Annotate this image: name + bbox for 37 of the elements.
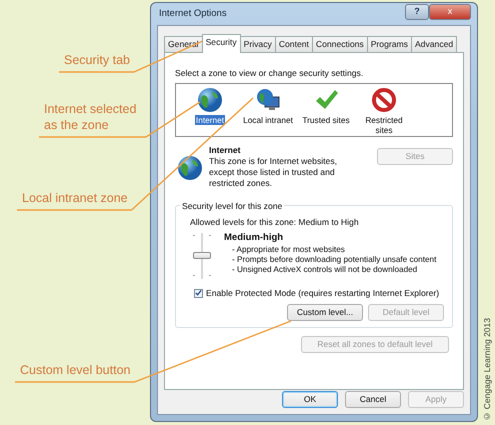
callout-label: Security tab <box>64 52 130 68</box>
cancel-button[interactable]: Cancel <box>345 391 401 408</box>
globe-computer-icon[interactable] <box>255 86 281 113</box>
tab[interactable]: Connections <box>312 36 368 52</box>
level-name: Medium-high <box>224 232 284 243</box>
tab[interactable]: Content <box>274 36 313 52</box>
tab[interactable]: Programs <box>366 36 412 52</box>
tab[interactable]: Advanced <box>410 36 458 52</box>
bullet-text: - Unsigned ActiveX controls will not be downloaded <box>232 264 418 275</box>
zone-item[interactable]: Trusted sites <box>301 114 351 125</box>
security-level-slider[interactable] <box>190 232 214 279</box>
no-entry-icon[interactable] <box>371 86 397 113</box>
custom-level-button[interactable]: Custom level... <box>287 304 363 321</box>
slider-thumb[interactable] <box>193 252 211 260</box>
zone-description: This zone is for Internet websites, except those listed in trusted and restricted zones. <box>209 156 338 189</box>
bullet-text: - Appropriate for most websites <box>232 244 346 255</box>
callout-label: Internet selected as the zone <box>44 101 138 133</box>
checkbox-label: Enable Protected Mode (requires restarting Internet Explorer) <box>206 286 440 300</box>
callout-label: Local intranet zone <box>22 190 128 206</box>
zone-name: Internet <box>209 144 241 156</box>
group-title: Security level for this zone <box>180 200 284 213</box>
zone-prompt: Select a zone to view or change security settings. <box>175 67 364 80</box>
allowed-levels-text: Allowed levels for this zone: Medium to High <box>189 216 360 229</box>
copyright-text: © Cengage Learning 2013 <box>481 318 494 422</box>
globe-icon[interactable] <box>197 86 223 113</box>
zone-item[interactable]: Restricted sites <box>358 114 410 135</box>
zone-item[interactable]: Local intranet <box>242 114 294 125</box>
callout-label: Custom level button <box>20 362 130 378</box>
tab[interactable]: Security <box>202 34 241 53</box>
zone-item[interactable]: Internet <box>194 114 226 125</box>
tab[interactable]: Privacy <box>240 36 276 52</box>
checkbox[interactable] <box>194 288 203 298</box>
ok-button[interactable]: OK <box>282 391 338 408</box>
help-button[interactable]: ? <box>405 4 429 20</box>
window-title: Internet Options <box>158 6 227 21</box>
globe-icon <box>177 154 203 181</box>
bullet-text: - Prompts before downloading potentially unsafe content <box>232 254 438 265</box>
